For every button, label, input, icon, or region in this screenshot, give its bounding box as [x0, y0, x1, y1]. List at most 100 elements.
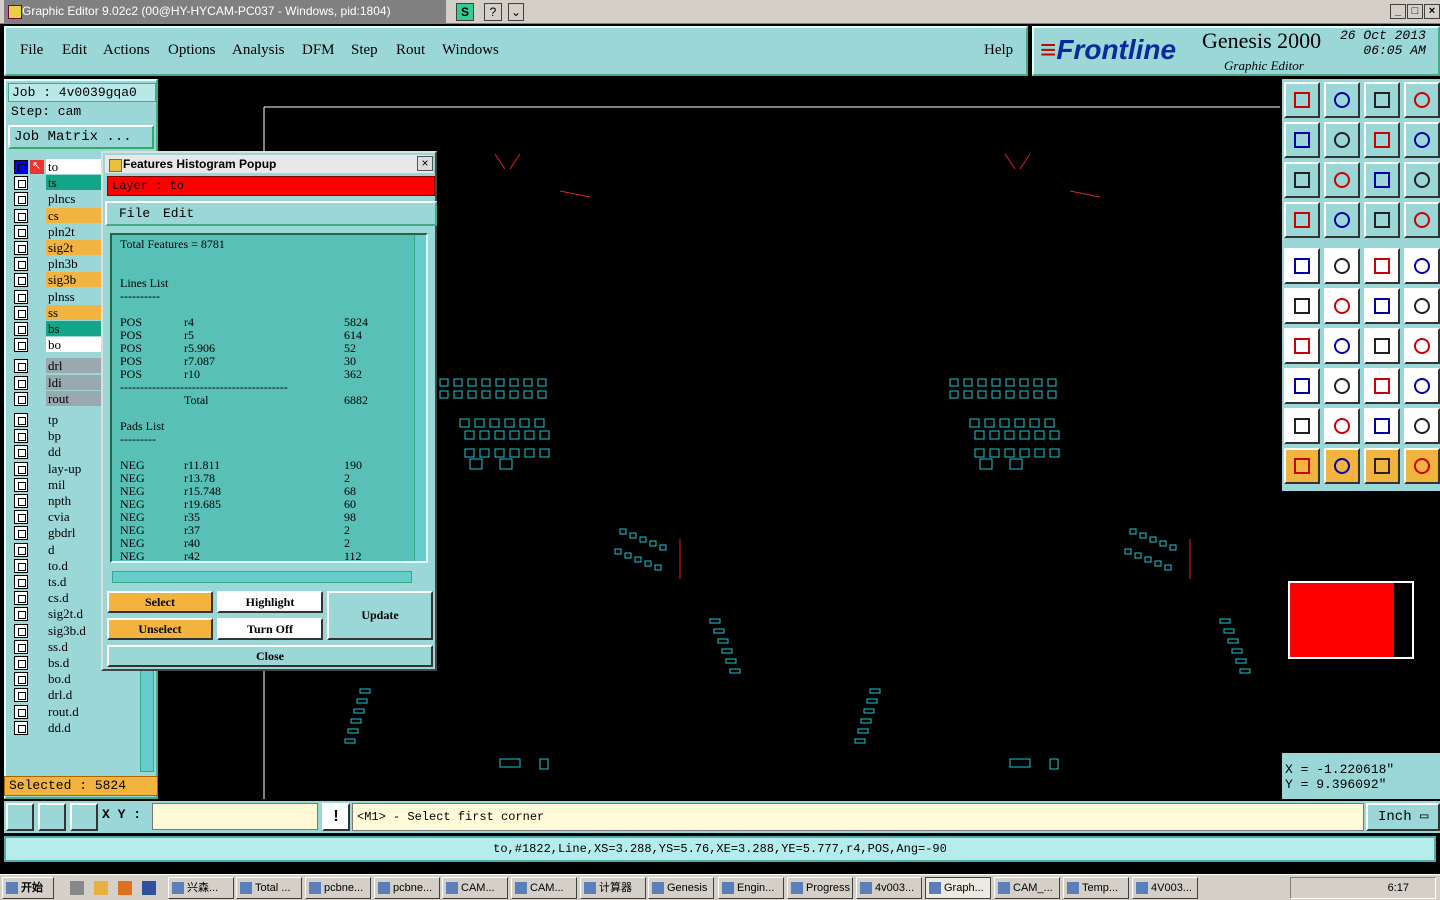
- ruler-icon[interactable]: [1364, 248, 1400, 284]
- close-window-button[interactable]: ×: [1424, 4, 1440, 19]
- layer-checkbox[interactable]: [14, 176, 28, 191]
- triangle-line-icon[interactable]: [1324, 408, 1360, 444]
- taskbar-item[interactable]: CAM...: [511, 877, 577, 899]
- menu-actions[interactable]: Actions: [103, 42, 150, 59]
- home-icon[interactable]: [1364, 82, 1400, 118]
- layer-checkbox[interactable]: [14, 591, 28, 606]
- pad-icon[interactable]: [1284, 248, 1320, 284]
- taskbar-item[interactable]: Temp...: [1063, 877, 1129, 899]
- histogram-hscroll[interactable]: [112, 571, 412, 583]
- pads-row[interactable]: NEG r37 2: [120, 524, 410, 537]
- lines-row[interactable]: POS r5.906 52: [120, 342, 410, 355]
- quicklaunch-media-icon[interactable]: [118, 881, 132, 895]
- layer-name[interactable]: dd.d: [46, 719, 134, 735]
- grid-tool-icon[interactable]: [70, 803, 98, 831]
- taskbar-item[interactable]: Graph...: [925, 877, 991, 899]
- layer-name[interactable]: drl.d: [46, 687, 134, 703]
- menu-edit[interactable]: Edit: [62, 42, 87, 59]
- layer-checkbox[interactable]: [14, 289, 28, 304]
- triangle-red-icon[interactable]: [1284, 408, 1320, 444]
- edit-shape-icon[interactable]: [1324, 248, 1360, 284]
- triangle-blue-icon[interactable]: [1404, 408, 1440, 444]
- rotate-icon[interactable]: [1364, 328, 1400, 364]
- pads-row[interactable]: NEG r13.78 2: [120, 472, 410, 485]
- quicklaunch-folder-icon[interactable]: [94, 881, 108, 895]
- select-box-icon[interactable]: [1284, 368, 1320, 404]
- maximize-button[interactable]: □: [1407, 4, 1423, 19]
- help-icon[interactable]: [1404, 162, 1440, 198]
- measure-tool-icon[interactable]: [38, 803, 66, 831]
- popup-close-icon[interactable]: ×: [417, 156, 433, 171]
- turn-off-button[interactable]: Turn Off: [217, 618, 323, 640]
- minimize-button[interactable]: _: [1390, 4, 1406, 19]
- minus-icon[interactable]: [1324, 368, 1360, 404]
- menu-rout[interactable]: Rout: [396, 42, 425, 59]
- layer-checkbox[interactable]: [14, 704, 28, 719]
- circle-icon[interactable]: [1404, 248, 1440, 284]
- menu-dfm[interactable]: DFM: [302, 42, 335, 59]
- connect-icon[interactable]: [1284, 288, 1320, 324]
- group-icon[interactable]: [1404, 368, 1440, 404]
- layer-checkbox[interactable]: [14, 338, 28, 353]
- taskbar-item[interactable]: 兴森...: [168, 877, 234, 899]
- pads-row[interactable]: NEG r42 112: [120, 550, 410, 562]
- layer-checkbox[interactable]: [14, 413, 28, 427]
- layer-checkbox[interactable]: [14, 273, 28, 288]
- taskbar-item[interactable]: CAM_...: [994, 877, 1060, 899]
- menu-windows[interactable]: Windows: [442, 42, 499, 59]
- layer-checkbox[interactable]: [14, 688, 28, 703]
- layer-checkbox[interactable]: [14, 445, 28, 460]
- pointer-circle-icon[interactable]: [1364, 448, 1400, 484]
- taskbar-item[interactable]: 4v003...: [856, 877, 922, 899]
- layer-row-drl-d[interactable]: drl.d: [14, 687, 134, 703]
- layer-checkbox[interactable]: [14, 375, 28, 390]
- cross-icon[interactable]: [1324, 288, 1360, 324]
- layer-checkbox[interactable]: [14, 322, 28, 336]
- taskbar-item[interactable]: pcbne...: [305, 877, 371, 899]
- alert-icon[interactable]: !: [322, 803, 350, 831]
- settings-icon[interactable]: [1284, 202, 1320, 238]
- lines-row[interactable]: POS r5 614: [120, 329, 410, 342]
- layer-checkbox[interactable]: [14, 257, 28, 272]
- lines-row[interactable]: POS r7.087 30: [120, 355, 410, 368]
- update-button[interactable]: Update: [327, 591, 433, 640]
- pointer-icon[interactable]: [1284, 448, 1320, 484]
- layer-checkbox[interactable]: [14, 672, 28, 687]
- layer-checkbox[interactable]: [14, 477, 28, 492]
- layer-checkbox[interactable]: [14, 607, 28, 622]
- layer-row-rout-d[interactable]: rout.d: [14, 703, 134, 719]
- scale-1to2-icon[interactable]: [1364, 162, 1400, 198]
- fit-icon[interactable]: [1284, 162, 1320, 198]
- pads-row[interactable]: NEG r15.748 68: [120, 485, 410, 498]
- start-button[interactable]: 开始: [2, 877, 54, 899]
- diagonal-icon[interactable]: [1324, 328, 1360, 364]
- layer-checkbox[interactable]: [14, 639, 28, 654]
- route-icon[interactable]: [1404, 448, 1440, 484]
- job-matrix-button[interactable]: Job Matrix ...: [8, 125, 154, 149]
- layer-checkbox[interactable]: [14, 391, 28, 406]
- menu-file[interactable]: File: [20, 42, 43, 59]
- lines-row[interactable]: POS r4 5824: [120, 316, 410, 329]
- layer-checkbox[interactable]: [14, 208, 28, 223]
- open-icon[interactable]: [1284, 82, 1320, 118]
- mirror-icon[interactable]: [1404, 328, 1440, 364]
- grid-icon[interactable]: [1324, 202, 1360, 238]
- close-button[interactable]: Close: [107, 645, 433, 667]
- help-question-icon[interactable]: ?: [484, 3, 502, 21]
- layer-checkbox[interactable]: [14, 224, 28, 239]
- layer-name[interactable]: bo.d: [46, 671, 134, 687]
- undo-view-icon[interactable]: [1364, 122, 1400, 158]
- angle-icon[interactable]: [1284, 328, 1320, 364]
- layer-checkbox[interactable]: [14, 510, 28, 525]
- highlight-button[interactable]: Highlight: [217, 591, 323, 613]
- dropdown-icon[interactable]: ⌄: [508, 3, 524, 21]
- layer-checkbox[interactable]: [14, 305, 28, 320]
- unselect-button[interactable]: Unselect: [107, 618, 213, 640]
- layer-checkbox[interactable]: [14, 542, 28, 557]
- pan-left-icon[interactable]: [1284, 122, 1320, 158]
- menu-analysis[interactable]: Analysis: [232, 42, 285, 59]
- taskbar-item[interactable]: 4V003...: [1132, 877, 1198, 899]
- menu-step[interactable]: Step: [351, 42, 378, 59]
- layer-checkbox[interactable]: [14, 429, 28, 444]
- quicklaunch-desktop-icon[interactable]: [70, 881, 84, 895]
